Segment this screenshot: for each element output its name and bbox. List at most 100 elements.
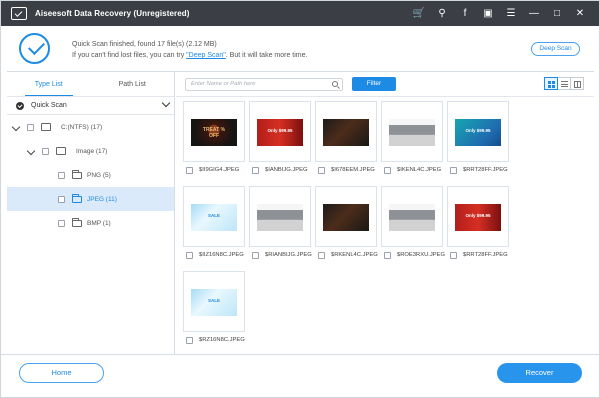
thumbnail-frame[interactable]: SALE bbox=[183, 186, 245, 247]
aiseesoft-window: Aiseesoft Data Recovery (Unregistered) 🛒… bbox=[0, 0, 600, 398]
chevron-down-icon[interactable] bbox=[161, 98, 171, 108]
file-checkbox[interactable] bbox=[450, 252, 457, 259]
recover-button[interactable]: Recover bbox=[497, 363, 582, 383]
minimize-icon[interactable]: — bbox=[529, 8, 539, 19]
tree-item-label: BMP (1) bbox=[87, 219, 111, 227]
file-checkbox[interactable] bbox=[450, 167, 457, 174]
file-checkbox[interactable] bbox=[318, 252, 325, 259]
file-card[interactable]: $RIANBIJG.JPEG bbox=[249, 186, 312, 261]
file-toolbar: Enter Name or Path here Filter bbox=[176, 72, 594, 97]
thumbnail-frame[interactable]: TREAT % OFF bbox=[183, 101, 245, 162]
file-checkbox[interactable] bbox=[384, 252, 391, 259]
image-thumbnail: SALE bbox=[191, 204, 237, 231]
image-thumbnail: Only $99.95 bbox=[257, 119, 303, 146]
key-icon[interactable]: ⚲ bbox=[437, 8, 447, 19]
deep-scan-hint: If you can't find lost files, you can tr… bbox=[72, 50, 307, 61]
file-checkbox[interactable] bbox=[252, 252, 259, 259]
file-checkbox[interactable] bbox=[186, 252, 193, 259]
image-thumbnail: TREAT % OFF bbox=[191, 119, 237, 146]
home-button[interactable]: Home bbox=[19, 363, 104, 383]
file-card[interactable]: $I678EEM.JPEG bbox=[315, 101, 377, 176]
quick-scan-selector[interactable]: Quick Scan bbox=[7, 97, 174, 115]
tree-item-c-drive[interactable]: C:(NTFS) (17) bbox=[7, 115, 174, 139]
thumbnail-frame[interactable]: Only $99.95 bbox=[249, 101, 311, 162]
file-card[interactable]: TREAT % OFF $II9GIG4.JPEG bbox=[183, 101, 245, 176]
tree-item-label: JPEG (11) bbox=[87, 195, 117, 203]
file-checkbox[interactable] bbox=[186, 167, 193, 174]
folder-icon bbox=[72, 169, 82, 179]
file-type-sidebar: Type List Path List Quick Scan C:(NTFS) … bbox=[7, 72, 175, 354]
file-checkbox[interactable] bbox=[318, 167, 325, 174]
deep-scan-link[interactable]: "Deep Scan" bbox=[186, 52, 226, 59]
tree-item-label: C:(NTFS) (17) bbox=[61, 123, 103, 131]
tab-type-list[interactable]: Type List bbox=[7, 72, 91, 96]
drive-icon bbox=[41, 123, 51, 131]
file-checkbox[interactable] bbox=[186, 337, 193, 344]
detail-view-icon bbox=[574, 81, 581, 88]
file-checkbox[interactable] bbox=[384, 167, 391, 174]
search-icon[interactable] bbox=[332, 81, 338, 87]
folder-icon bbox=[72, 193, 82, 203]
tree-item-image[interactable]: Image (17) bbox=[7, 139, 174, 163]
grid-view-icon bbox=[548, 81, 555, 88]
tree-checkbox[interactable] bbox=[58, 171, 65, 179]
sidebar-tabs: Type List Path List bbox=[7, 72, 174, 97]
tab-path-list[interactable]: Path List bbox=[91, 72, 175, 96]
thumbnail-caption: TREAT % OFF bbox=[202, 127, 226, 139]
thumbnail-grid: TREAT % OFF $II9GIG4.JPEG Only $99.95 $I… bbox=[183, 101, 593, 353]
expand-arrow-icon[interactable] bbox=[11, 122, 21, 132]
quick-scan-label: Quick Scan bbox=[31, 102, 67, 109]
file-name: $RRT28FF.JPEG bbox=[463, 252, 508, 258]
image-thumbnail bbox=[323, 119, 369, 146]
tree-checkbox[interactable] bbox=[58, 219, 65, 227]
cart-icon[interactable]: 🛒 bbox=[413, 8, 425, 19]
thumbnail-frame[interactable] bbox=[381, 186, 443, 247]
close-icon[interactable]: ✕ bbox=[575, 8, 585, 19]
thumbnail-caption: Only $99.95 bbox=[267, 128, 293, 133]
thumbnail-frame[interactable] bbox=[249, 186, 311, 247]
file-card[interactable]: $IKENL4C.JPEG bbox=[381, 101, 443, 176]
tree-item-png[interactable]: PNG (5) bbox=[7, 163, 174, 187]
feedback-icon[interactable]: ▣ bbox=[483, 8, 493, 19]
menu-icon[interactable]: ☰ bbox=[506, 8, 516, 19]
tree-item-jpeg[interactable]: JPEG (11) bbox=[7, 187, 174, 211]
folder-icon bbox=[72, 217, 82, 227]
tree-checkbox[interactable] bbox=[27, 123, 34, 131]
deep-scan-button[interactable]: Deep Scan bbox=[531, 42, 580, 56]
scan-complete-icon bbox=[19, 33, 50, 64]
file-card[interactable]: $ROE3RXU.JPEG bbox=[381, 186, 445, 261]
app-logo-icon bbox=[11, 7, 27, 20]
file-card[interactable]: $RKENL4C.JPEG bbox=[315, 186, 378, 261]
file-card[interactable]: Only $99.95 $IANBIJG.JPEG bbox=[249, 101, 311, 176]
file-card[interactable]: Only $99.95 $RRT28FF.JPEG bbox=[447, 101, 509, 176]
thumbnail-caption: Only $99.95 bbox=[465, 128, 491, 133]
title-bar: Aiseesoft Data Recovery (Unregistered) 🛒… bbox=[1, 1, 599, 26]
window-controls: 🛒 ⚲ f ▣ ☰ — □ ✕ bbox=[413, 1, 585, 26]
tree-checkbox[interactable] bbox=[42, 147, 49, 155]
detail-view-button[interactable] bbox=[570, 77, 584, 90]
grid-view-button[interactable] bbox=[544, 77, 558, 90]
thumbnail-frame[interactable] bbox=[315, 186, 377, 247]
list-view-button[interactable] bbox=[557, 77, 571, 90]
status-text: Quick Scan finished, found 17 file(s) (2… bbox=[72, 39, 307, 61]
search-input[interactable]: Enter Name or Path here bbox=[185, 78, 343, 91]
window-title: Aiseesoft Data Recovery (Unregistered) bbox=[35, 9, 190, 18]
thumbnail-frame[interactable]: Only $99.95 bbox=[447, 101, 509, 162]
file-card[interactable]: SALE $RZ16N8C.JPEG bbox=[183, 271, 245, 346]
thumbnail-frame[interactable]: SALE bbox=[183, 271, 245, 332]
maximize-icon[interactable]: □ bbox=[552, 8, 562, 19]
tree-checkbox[interactable] bbox=[58, 195, 65, 203]
file-card[interactable]: Only $99.95 $RRT28FF.JPEG bbox=[447, 186, 509, 261]
image-thumbnail: Only $99.95 bbox=[455, 204, 501, 231]
thumbnail-frame[interactable] bbox=[381, 101, 443, 162]
expand-arrow-icon[interactable] bbox=[26, 146, 36, 156]
filter-button[interactable]: Filter bbox=[352, 77, 396, 91]
facebook-icon[interactable]: f bbox=[460, 8, 470, 19]
thumbnail-frame[interactable] bbox=[315, 101, 377, 162]
tree-item-bmp[interactable]: BMP (1) bbox=[7, 211, 174, 235]
image-thumbnail: SALE bbox=[191, 289, 237, 316]
thumbnail-frame[interactable]: Only $99.95 bbox=[447, 186, 509, 247]
footer-bar: Home Recover bbox=[1, 354, 599, 397]
file-checkbox[interactable] bbox=[252, 167, 259, 174]
file-card[interactable]: SALE $IIZ16N8C.JPEG bbox=[183, 186, 245, 261]
